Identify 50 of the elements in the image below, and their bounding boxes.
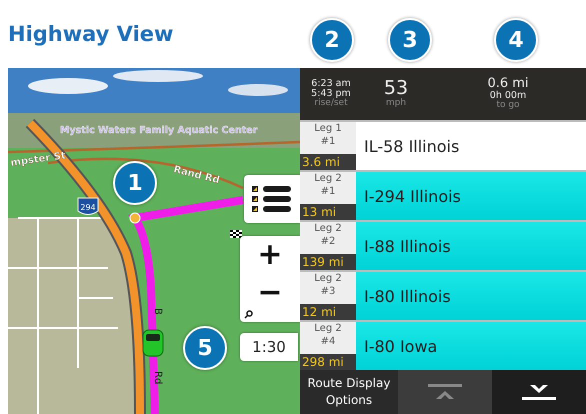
road-list-item[interactable]: I-80 Iowa bbox=[356, 322, 586, 370]
leg-distance: 3.6 mi bbox=[300, 154, 356, 170]
step-number: #1 bbox=[320, 185, 336, 198]
leg-number: Leg 2 bbox=[314, 222, 342, 235]
list-icon bbox=[252, 183, 292, 215]
to-go-label: to go bbox=[496, 101, 520, 111]
step-number: #2 bbox=[320, 235, 336, 248]
road-label: Rd bbox=[152, 371, 163, 384]
callout-badge: 4 bbox=[494, 18, 538, 62]
leg-distance: 12 mi bbox=[300, 304, 356, 320]
road-list-item[interactable]: I-294 Illinois bbox=[356, 172, 586, 220]
rise-set-label: rise/set bbox=[314, 99, 348, 109]
map-label: Mystic Waters Family Aquatic Center bbox=[60, 125, 258, 136]
speed-value: 53 bbox=[384, 79, 408, 100]
callout-badge: 3 bbox=[388, 18, 432, 62]
leg-distance: 139 mi bbox=[300, 254, 356, 270]
magnifier-icon bbox=[244, 310, 253, 319]
cloud bbox=[228, 84, 288, 96]
map-label: Rand Rd bbox=[172, 164, 221, 186]
leg-distance: 298 mi bbox=[300, 354, 356, 370]
map-scale: 1:30 bbox=[240, 333, 298, 361]
road-label: B bbox=[152, 308, 163, 315]
route-list-button[interactable] bbox=[244, 175, 300, 223]
road-list-item[interactable]: I-80 Illinois bbox=[356, 272, 586, 320]
step-number: #1 bbox=[320, 135, 336, 148]
highway-shield-icon bbox=[78, 198, 98, 215]
scroll-top-icon bbox=[428, 384, 462, 400]
scroll-bottom-icon bbox=[522, 384, 556, 400]
leg-distance: 13 mi bbox=[300, 204, 356, 220]
distance-to-go: 0.6 mi bbox=[487, 77, 529, 92]
car-icon bbox=[142, 330, 164, 356]
zoom-in-button[interactable]: + bbox=[240, 236, 300, 274]
speed-unit: mph bbox=[386, 99, 406, 109]
step-number: #3 bbox=[320, 285, 336, 298]
sunset-time: 5:43 pm bbox=[311, 89, 351, 100]
road-list-item[interactable]: I-88 Illinois bbox=[356, 222, 586, 270]
leg-number: Leg 1 bbox=[314, 122, 342, 135]
callout-badge: 2 bbox=[310, 18, 354, 62]
scroll-down-button[interactable] bbox=[492, 370, 586, 414]
zoom-out-button[interactable]: − bbox=[240, 274, 300, 312]
sunrise-time: 6:23 am bbox=[311, 79, 351, 90]
highway-number: 294 bbox=[80, 203, 96, 212]
map-label: mpster St bbox=[10, 150, 66, 169]
leg-number: Leg 2 bbox=[314, 322, 342, 335]
leg-number: Leg 2 bbox=[314, 172, 342, 185]
step-number: #4 bbox=[320, 335, 336, 348]
time-to-go: 0h 00m bbox=[490, 91, 526, 102]
page-title: Highway View bbox=[8, 22, 174, 46]
leg-number: Leg 2 bbox=[314, 272, 342, 285]
road-list-item[interactable]: IL-58 Illinois bbox=[356, 122, 586, 170]
